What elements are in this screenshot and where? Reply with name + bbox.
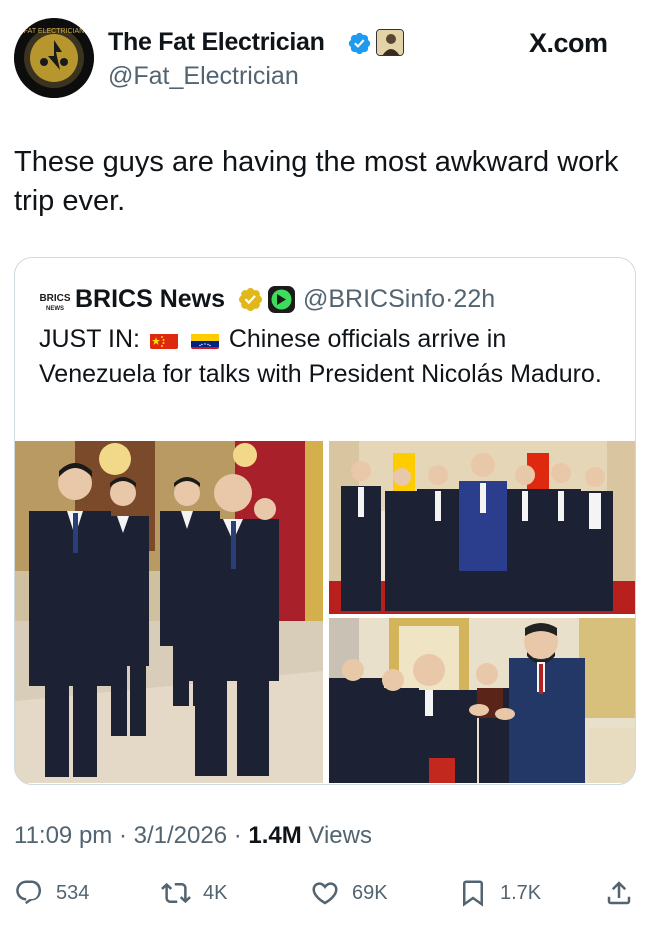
bookmark-count: 1.7K [500,881,542,904]
meta-separator: · [112,822,134,849]
author-avatar[interactable]: FAT ELECTRICIAN [14,18,94,98]
tweet-meta: 11:09 pm · 3/1/2026 · 1.4M Views [14,822,372,850]
bookmark-icon [463,880,483,907]
quoted-text: JUST IN: Chinese officials arrive in Ven… [39,322,619,392]
author-handle[interactable]: @Fat_Electrician [108,62,299,91]
svg-text:NEWS: NEWS [46,306,64,312]
reply-icon [16,880,42,905]
quoted-handle[interactable]: @BRICSinfo [303,285,445,313]
like-count: 69K [352,881,388,904]
bookmark-button[interactable]: 1.7K [458,873,541,913]
heart-icon [312,882,338,905]
tweet-time[interactable]: 11:09 pm [14,822,112,849]
officials-walking-photo[interactable] [15,441,323,783]
views-count: 1.4M [248,822,302,849]
tweet-text: These guys are having the most awkward w… [14,146,619,217]
gold-verified-badge-icon [238,287,263,312]
gift-exchange-photo[interactable] [329,618,635,783]
svg-text:BRICS: BRICS [39,293,70,304]
action-bar: 534 4K 69K 1.7K [0,873,650,913]
reply-count: 534 [56,881,90,904]
brics-news-logo: BRICS NEWS [39,293,70,312]
group-photo[interactable] [329,441,635,614]
venezuela-flag-icon [190,329,219,349]
china-flag-icon [149,329,178,349]
affiliate-logo-icon [268,286,295,313]
repost-count: 4K [203,881,228,904]
repost-button[interactable]: 4K [161,873,227,913]
share-button[interactable] [604,873,646,913]
tweet-date[interactable]: 3/1/2026 [134,822,227,849]
quoted-time[interactable]: 22h [453,285,495,313]
share-icon [607,881,631,905]
quoted-handle-time[interactable]: @BRICSinfo·22h [303,285,495,314]
views-label: Views [301,822,372,849]
site-label: X.com [529,28,608,58]
quoted-author-name[interactable]: BRICS News [75,285,225,314]
avatar-logo-text: FAT ELECTRICIAN [24,28,84,35]
like-button[interactable]: 69K [310,873,388,913]
quoted-text-prefix: JUST IN: [39,325,140,353]
meta-separator: · [227,822,249,849]
repost-icon [161,882,191,904]
author-name[interactable]: The Fat Electrician [108,28,325,57]
verified-badge-icon [348,32,371,55]
affiliate-badge-icon [376,29,404,56]
reply-button[interactable]: 534 [14,873,89,913]
quoted-tweet[interactable]: BRICS NEWS BRICS News @BRICSinfo·22h JUS… [14,257,636,785]
